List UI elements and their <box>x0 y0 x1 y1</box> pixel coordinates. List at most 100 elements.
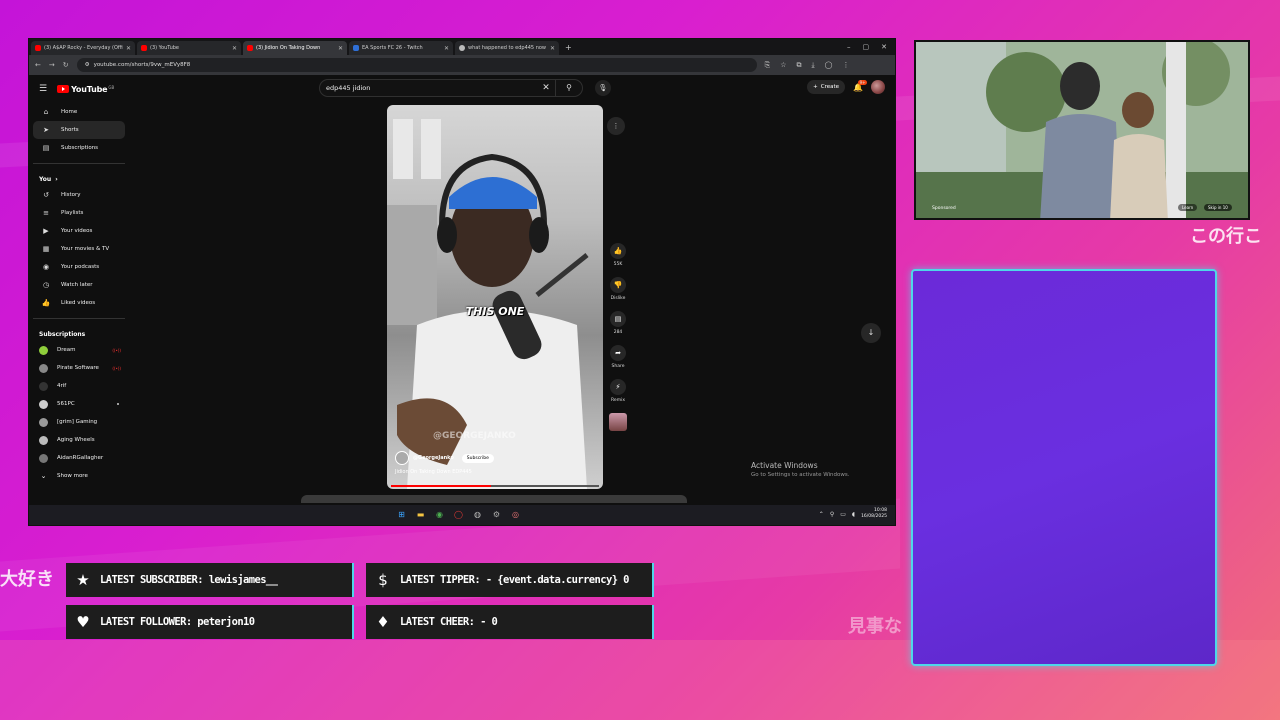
next-short-arrow-icon[interactable]: ↓ <box>861 323 881 343</box>
headband <box>449 177 537 209</box>
sidebar-item-your-videos[interactable]: ▶ Your videos <box>33 222 125 240</box>
sidebar-item-playlists[interactable]: ≡ Playlists <box>33 204 125 222</box>
sidebar-item-label: Your videos <box>61 228 93 234</box>
settings-gear-icon[interactable]: ⚙ <box>490 508 503 521</box>
chrome-icon[interactable]: ◉ <box>433 508 446 521</box>
install-icon[interactable]: ⎘ <box>765 61 771 70</box>
obs-icon[interactable]: ◍ <box>471 508 484 521</box>
create-label: Create <box>820 84 840 90</box>
short-actions: 👍 55K 👎 Dislike ▤ 284 ➦ Share ⚡ Remix <box>607 243 629 441</box>
network-icon[interactable]: ▭ <box>840 511 846 518</box>
mic-arm <box>535 253 589 297</box>
sidebar-item-label: History <box>61 192 81 198</box>
hamburger-menu-icon[interactable]: ☰ <box>39 84 47 94</box>
site-info-icon[interactable]: ⚙ <box>85 62 90 68</box>
browser-tab[interactable]: what happened to edp445 now ✕ <box>455 41 559 55</box>
subscription-channel[interactable]: 4rif <box>29 377 129 395</box>
search-input[interactable]: edp445 jidion <box>320 84 537 92</box>
sidebar-item-liked-videos[interactable]: 👍 Liked videos <box>33 294 125 312</box>
opera-icon[interactable]: ◯ <box>452 508 465 521</box>
new-tab-button[interactable]: + <box>565 43 572 52</box>
short-title[interactable]: Jidion On Taking Down EDP445 <box>395 469 472 475</box>
create-button[interactable]: + Create <box>807 80 846 94</box>
back-icon[interactable]: ← <box>35 61 41 69</box>
sidebar-item-your-movies[interactable]: ▦ Your movies & TV <box>33 240 125 258</box>
subscription-channel[interactable]: Pirate Software ((•)) <box>29 359 129 377</box>
downloads-icon[interactable]: ⤓ <box>812 61 815 70</box>
tab-close-icon[interactable]: ✕ <box>126 45 131 52</box>
volume-icon[interactable]: ◖ <box>852 511 855 518</box>
channel-name: Aging Wheels <box>57 437 95 443</box>
skip-ad-button[interactable]: Skip in 10 <box>1204 204 1232 211</box>
youtube-header: ☰ YouTube GB edp445 jidion ✕ ⚲ 🎙 + Create… <box>29 75 895 103</box>
door-frame <box>1166 42 1186 218</box>
subscription-channel[interactable]: AidanRGallagher <box>29 449 129 467</box>
channel-handle[interactable]: @GeorgeJanko <box>413 455 454 461</box>
url-field[interactable]: ⚙ youtube.com/shorts/9vw_mEVy8F8 <box>76 58 757 72</box>
profile-icon[interactable]: ◯ <box>825 61 833 70</box>
browser-tab[interactable]: (3) A$AP Rocky - Everyday (Offi ✕ <box>31 41 135 55</box>
sidebar-item-shorts[interactable]: ➤ Shorts <box>33 121 125 139</box>
subscribe-button[interactable]: Subscribe <box>461 453 494 463</box>
forward-icon[interactable]: → <box>49 61 55 69</box>
new-content-dot-icon <box>117 403 119 405</box>
microphone-icon[interactable]: 🎙 <box>595 80 611 96</box>
browser-tab[interactable]: (3) YouTube ✕ <box>137 41 241 55</box>
search-button[interactable]: ⚲ <box>555 80 582 96</box>
clock-date: 16/08/2025 <box>861 514 887 519</box>
account-avatar[interactable] <box>871 80 885 94</box>
subscription-channel[interactable]: Dream ((•)) <box>29 341 129 359</box>
file-explorer-icon[interactable]: ▬ <box>414 508 427 521</box>
video-progress-fill <box>391 485 491 487</box>
learn-more-button[interactable]: Learn <box>1178 204 1198 211</box>
youtube-logo[interactable]: YouTube GB <box>57 85 114 94</box>
tab-close-icon[interactable]: ✕ <box>338 45 343 52</box>
remix-button[interactable]: ⚡ Remix <box>607 379 629 403</box>
sidebar-item-subscriptions[interactable]: ▤ Subscriptions <box>33 139 125 157</box>
star-icon: ★ <box>76 571 90 589</box>
live-indicator-icon: ((•)) <box>112 365 121 371</box>
tab-close-icon[interactable]: ✕ <box>444 45 449 52</box>
taskbar-clock[interactable]: 10:08 16/08/2025 <box>861 508 887 520</box>
extensions-icon[interactable]: ⧉ <box>797 61 802 70</box>
sidebar-item-home[interactable]: ⌂ Home <box>33 103 125 121</box>
short-video-player[interactable]: THIS ONE @GEORGEJANKO @GeorgeJanko Subsc… <box>387 105 603 489</box>
more-options-icon[interactable]: ⋮ <box>607 117 625 135</box>
clear-search-icon[interactable]: ✕ <box>537 83 555 93</box>
browser-tab[interactable]: EA Sports FC 26 - Twitch ✕ <box>349 41 453 55</box>
maximize-icon[interactable]: ▢ <box>863 43 870 51</box>
channel-avatar[interactable] <box>395 451 409 465</box>
minimize-icon[interactable]: – <box>847 43 851 51</box>
tab-close-icon[interactable]: ✕ <box>550 45 555 52</box>
tray-usb-icon[interactable]: ⚲ <box>830 511 834 518</box>
close-icon[interactable]: ✕ <box>881 43 887 51</box>
sidebar-item-your-podcasts[interactable]: ◉ Your podcasts <box>33 258 125 276</box>
subscription-channel[interactable]: [grim] Gaming <box>29 413 129 431</box>
video-progress-bar[interactable] <box>391 485 599 487</box>
sidebar-item-watch-later[interactable]: ◷ Watch later <box>33 276 125 294</box>
show-more-button[interactable]: ⌄ Show more <box>29 467 129 485</box>
subscription-channel[interactable]: Aging Wheels <box>29 431 129 449</box>
reload-icon[interactable]: ↻ <box>63 61 69 69</box>
sidebar-divider <box>33 163 125 164</box>
sidebar-you-header[interactable]: You › <box>29 172 129 186</box>
next-short-preview[interactable] <box>301 495 687 503</box>
subscription-channel[interactable]: 561PC <box>29 395 129 413</box>
share-button[interactable]: ➦ Share <box>607 345 629 369</box>
dislike-button[interactable]: 👎 Dislike <box>607 277 629 301</box>
sidebar-item-history[interactable]: ↺ History <box>33 186 125 204</box>
latest-follower-bar: ♥ LATEST FOLLOWER: peterjon10 <box>66 605 354 639</box>
browser-tab[interactable]: (3) Jidion On Taking Down ✕ <box>243 41 347 55</box>
can-left <box>393 119 413 179</box>
sound-thumbnail-button[interactable] <box>607 413 629 431</box>
chrome-profile-icon[interactable]: ◎ <box>509 508 522 521</box>
comments-button[interactable]: ▤ 284 <box>607 311 629 335</box>
windows-start-icon[interactable]: ⊞ <box>395 508 408 521</box>
comments-icon: ▤ <box>610 311 626 327</box>
bookmark-star-icon[interactable]: ☆ <box>780 61 786 70</box>
like-button[interactable]: 👍 55K <box>607 243 629 267</box>
tray-chevron-icon[interactable]: ⌃ <box>819 511 824 518</box>
menu-kebab-icon[interactable]: ⋮ <box>842 61 849 70</box>
notifications-bell-icon[interactable]: 🔔 9+ <box>853 79 867 92</box>
tab-close-icon[interactable]: ✕ <box>232 45 237 52</box>
